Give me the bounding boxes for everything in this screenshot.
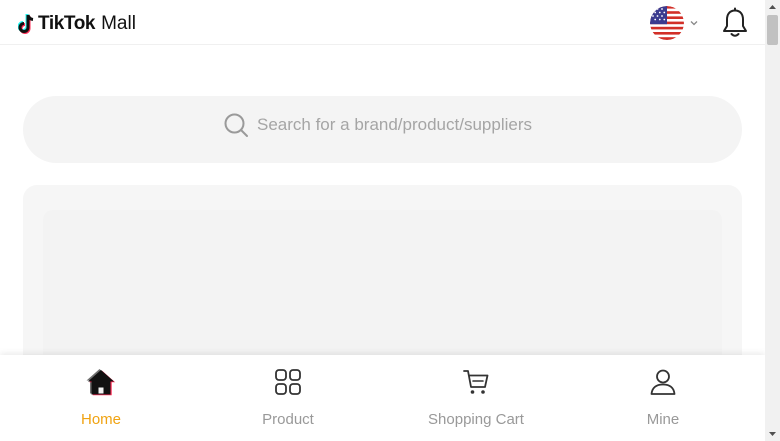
vertical-scrollbar[interactable] bbox=[765, 0, 780, 441]
us-flag-icon bbox=[650, 6, 684, 40]
scroll-up-arrow-icon[interactable] bbox=[765, 0, 780, 14]
scrollbar-thumb[interactable] bbox=[767, 15, 778, 45]
search-input[interactable] bbox=[257, 113, 717, 137]
language-selector[interactable] bbox=[650, 6, 699, 40]
cart-icon bbox=[463, 370, 489, 394]
tab-shopping-cart[interactable]: Shopping Cart bbox=[396, 355, 556, 441]
scroll-down-arrow-icon[interactable] bbox=[765, 427, 780, 441]
grid-icon bbox=[275, 369, 301, 395]
bell-icon[interactable] bbox=[720, 7, 750, 39]
header: TikTok Mall bbox=[0, 0, 765, 45]
bottom-tab-bar: Home Product Shopping Cart Mine bbox=[0, 355, 765, 441]
tab-mine[interactable]: Mine bbox=[583, 355, 743, 441]
search-icon bbox=[224, 113, 248, 137]
logo-brand: TikTok bbox=[38, 13, 96, 34]
tab-label: Shopping Cart bbox=[428, 411, 524, 428]
tab-label: Mine bbox=[646, 411, 680, 428]
tab-label: Home bbox=[80, 411, 121, 428]
home-icon bbox=[86, 369, 116, 396]
tiktok-note-icon bbox=[18, 14, 34, 34]
logo[interactable]: TikTok Mall bbox=[18, 12, 136, 36]
user-icon bbox=[650, 369, 676, 395]
chevron-down-icon bbox=[690, 21, 698, 26]
tab-product[interactable]: Product bbox=[208, 355, 368, 441]
logo-suffix: Mall bbox=[101, 13, 136, 34]
tab-home[interactable]: Home bbox=[21, 355, 181, 441]
tab-label: Product bbox=[262, 411, 314, 428]
